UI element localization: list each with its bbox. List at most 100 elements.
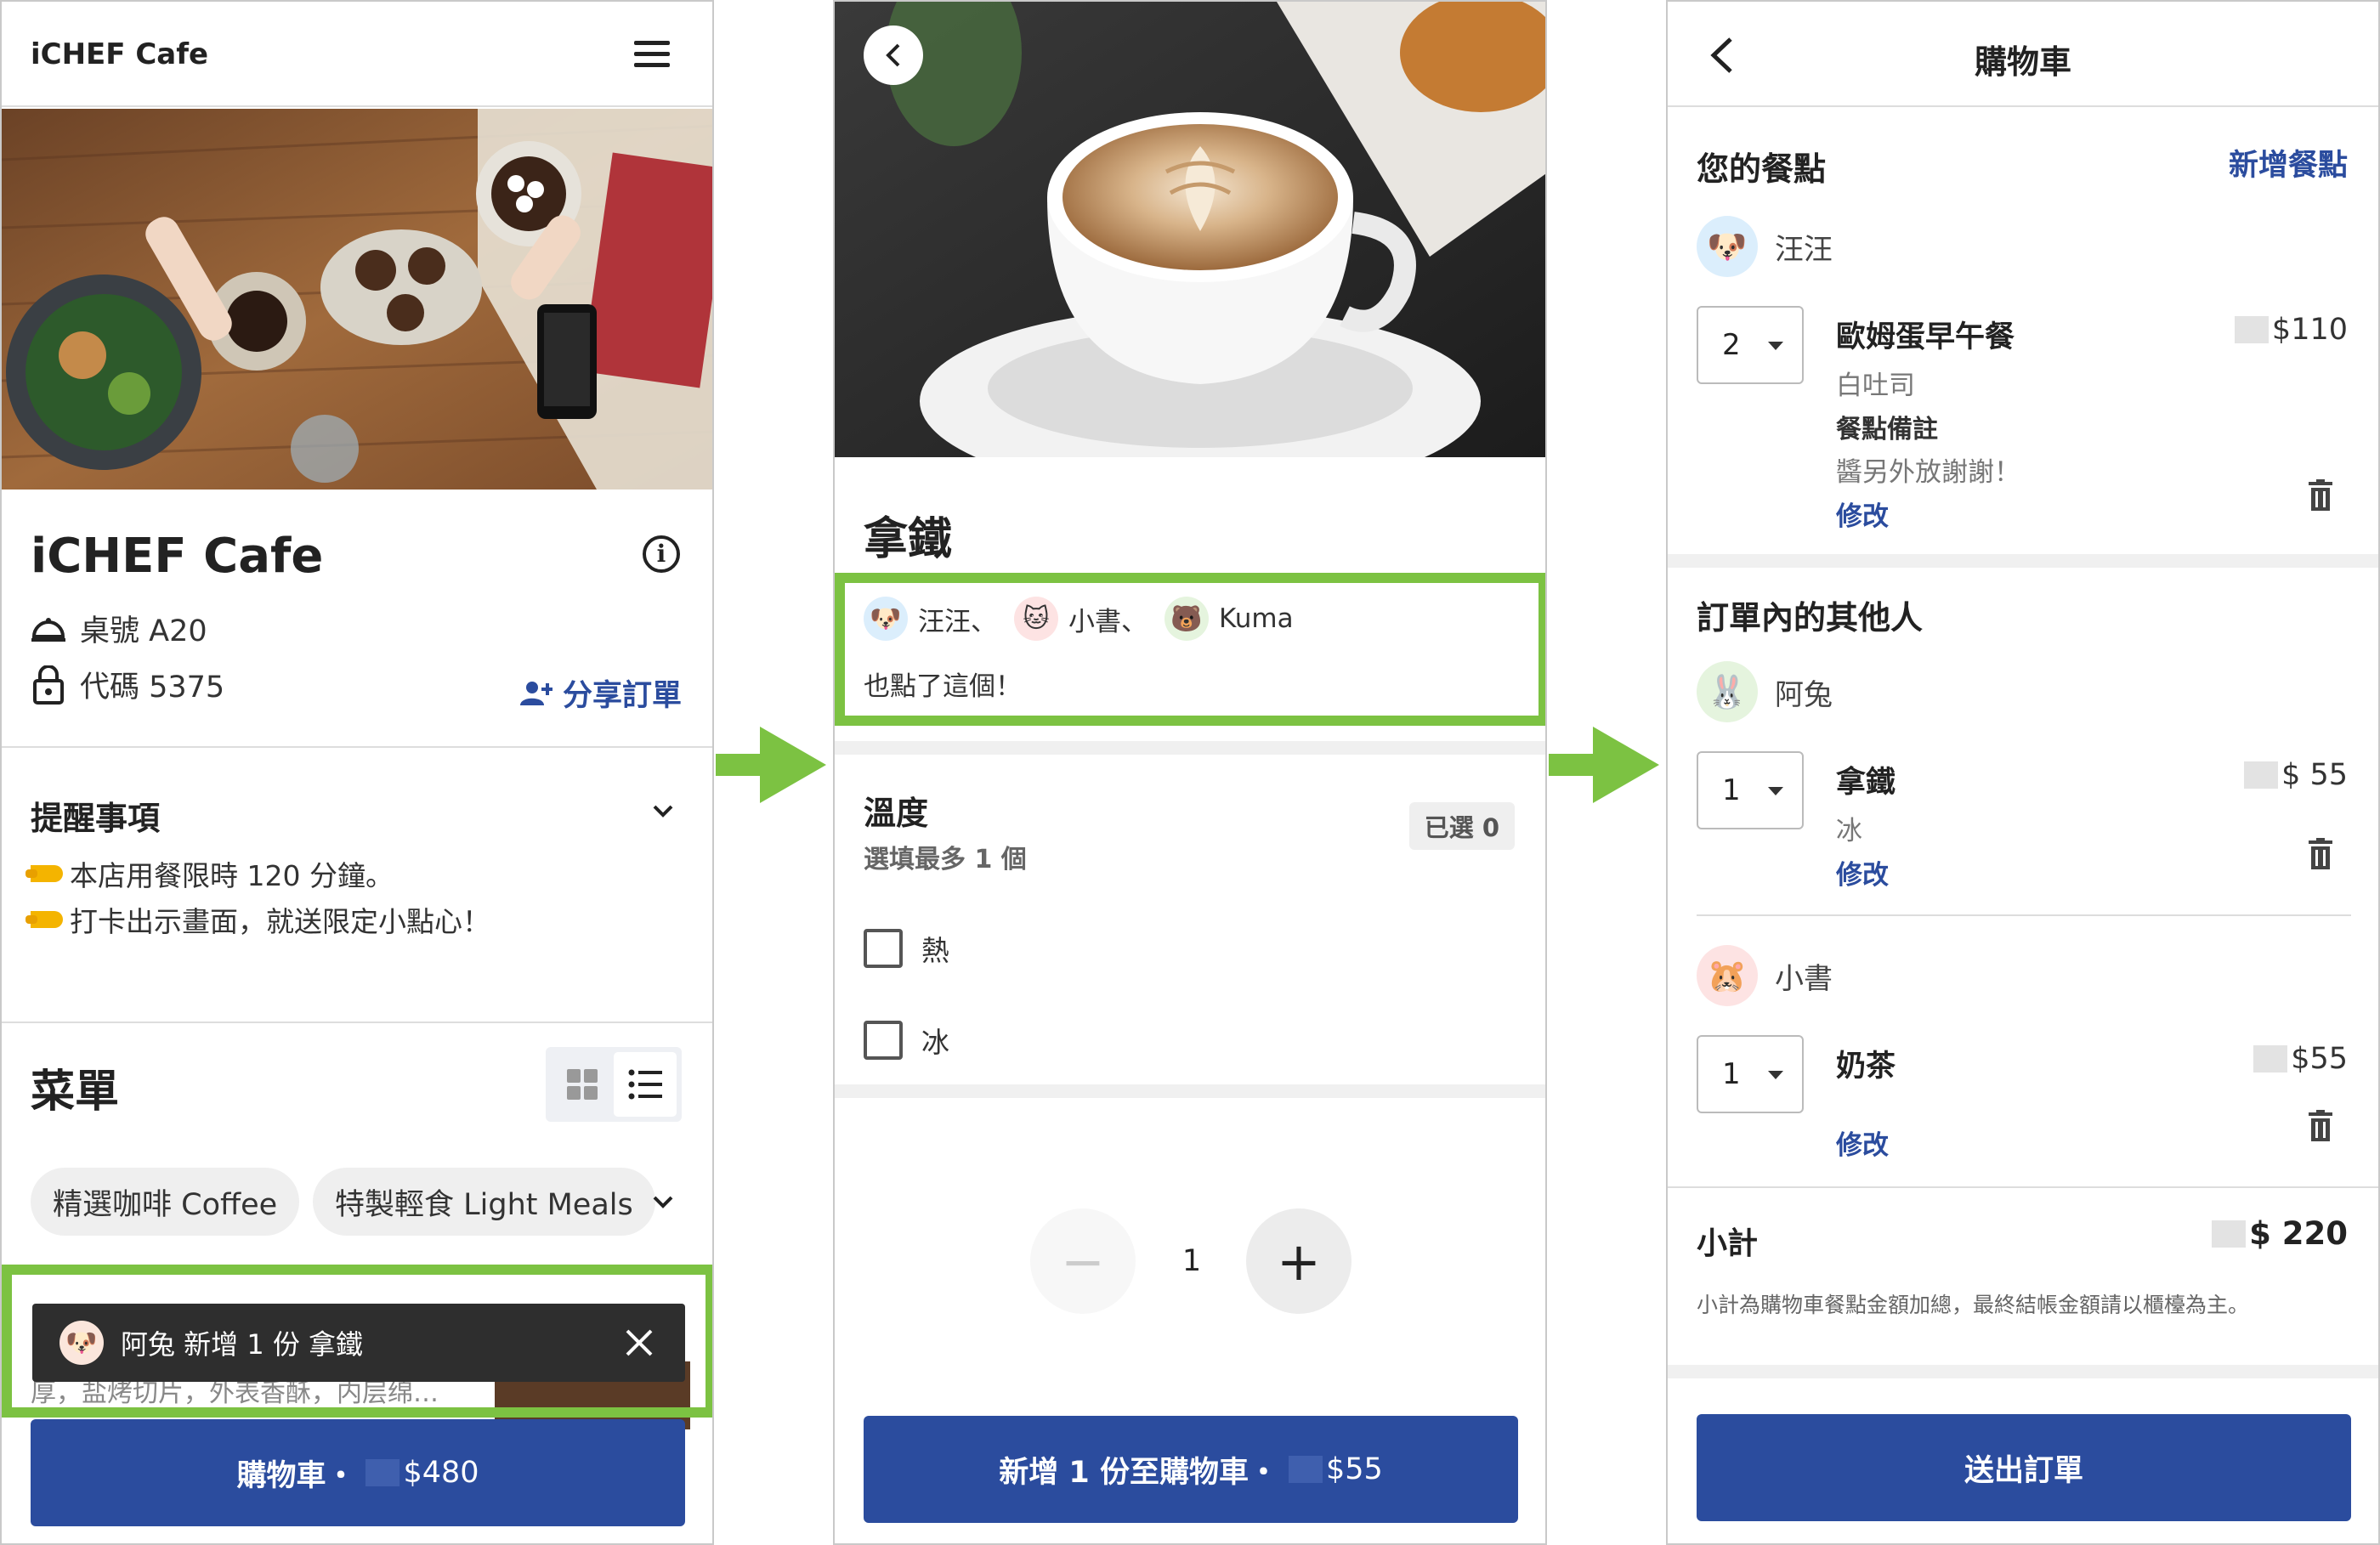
edit-link[interactable]: 修改 — [1836, 1123, 1889, 1162]
table-number-row: 桌號 A20 — [31, 607, 207, 650]
submit-order-button[interactable]: 送出訂單 — [1697, 1414, 2351, 1521]
others-title: 訂單內的其他人 — [1697, 599, 1924, 637]
subtotal-label: 小計 — [1697, 1226, 1759, 1261]
decrease-quantity-button[interactable]: − — [1030, 1208, 1136, 1314]
chevron-down-icon[interactable] — [648, 1186, 678, 1217]
reminder-item: 本店用餐限時 120 分鐘。 — [26, 853, 394, 894]
quantity-select[interactable]: 1 — [1697, 1035, 1804, 1113]
cart-item-name: 拿鐵 — [1836, 766, 1896, 800]
currency-mask — [2253, 1045, 2288, 1072]
currency-mask — [2234, 316, 2269, 343]
dog-avatar-icon: 🐶 — [864, 597, 908, 641]
view-toggle — [546, 1047, 682, 1122]
person-row: 🐰 阿兔 — [1697, 661, 1833, 722]
quantity-value: 1 — [1182, 1244, 1202, 1278]
cafe-hero-image — [2, 109, 712, 490]
cart-total: $480 — [403, 1456, 479, 1490]
page-title: 購物車 — [1974, 43, 2071, 81]
trash-icon[interactable] — [2307, 838, 2334, 870]
note-label: 餐點備註 — [1836, 415, 1938, 444]
order-code-row: 代碼 5375 — [31, 663, 224, 706]
your-items-title: 您的餐點 — [1697, 150, 1827, 188]
subtotal-value: $ 220 — [2212, 1215, 2348, 1252]
chevron-down-icon[interactable] — [648, 795, 678, 826]
grid-view-icon[interactable] — [551, 1052, 614, 1117]
add-meal-link[interactable]: 新增餐點 — [2229, 141, 2348, 184]
divider — [1668, 1186, 2378, 1188]
order-code: 代碼 5375 — [80, 671, 225, 705]
quantity-select[interactable]: 1 — [1697, 751, 1804, 829]
dog-avatar-icon: 🐶 — [1697, 216, 1758, 277]
app-header: iCHEF Cafe — [2, 2, 712, 107]
trash-icon[interactable] — [2307, 479, 2334, 512]
cart-item-price: $ 55 — [2244, 758, 2348, 792]
cart-item-price: $55 — [2253, 1042, 2348, 1076]
person-row: 🐹 小書 — [1697, 945, 1833, 1006]
toast-notification: 🐶 阿兔 新增 1 份 拿鐵 — [32, 1304, 685, 1382]
screen-item-detail: 拿鐵 🐶 汪汪、 🐱 小書、 🐻 Kuma 也點了這個！ 溫度 選填最多 1 個… — [833, 0, 1547, 1545]
bear-avatar-icon: 🐻 — [1164, 597, 1209, 641]
also-ordered-text: 也點了這個！ — [864, 671, 1022, 702]
rabbit-avatar-icon: 🐰 — [1697, 661, 1758, 722]
cart-item-option: 白吐司 — [1836, 371, 1915, 401]
cart-header: 購物車 — [1668, 2, 2378, 107]
note-text: 醬另外放謝謝！ — [1836, 457, 2020, 488]
highlight-frame — [835, 573, 1545, 726]
add-to-cart-button[interactable]: 新增 1 份至購物車・ $55 — [864, 1416, 1518, 1523]
cart-item-option: 冰 — [1836, 816, 1862, 846]
cart-item-price: $110 — [2234, 313, 2348, 347]
cafe-name: iCHEF Cafe — [31, 529, 324, 584]
back-button[interactable] — [864, 25, 923, 85]
cart-item-name: 奶茶 — [1836, 1050, 1896, 1084]
info-icon[interactable]: i — [643, 535, 680, 573]
cart-button[interactable]: 購物車・ $480 — [31, 1419, 685, 1526]
app-logo: iCHEF Cafe — [31, 37, 209, 71]
screen-cart: 購物車 您的餐點 新增餐點 🐶 汪汪 2 歐姆蛋早午餐 $110 白吐司 餐點備… — [1666, 0, 2380, 1545]
pointing-hand-icon — [26, 865, 63, 882]
subtotal-note: 小計為購物車餐點金額加總，最終結帳金額請以櫃檯為主。 — [1697, 1293, 2250, 1317]
currency-mask — [366, 1459, 400, 1486]
option-hot[interactable]: 熱 — [864, 928, 949, 969]
trash-icon[interactable] — [2307, 1110, 2334, 1142]
currency-mask — [2244, 761, 2279, 789]
share-order-link[interactable]: 分享訂單 — [518, 671, 682, 715]
toast-message: 阿兔 新增 1 份 拿鐵 — [121, 1328, 364, 1361]
section-separator — [1668, 1365, 2378, 1378]
cloche-icon — [31, 617, 65, 642]
divider — [2, 746, 712, 748]
also-ordered-row: 🐶 汪汪、 🐱 小書、 🐻 Kuma — [864, 597, 1311, 641]
quantity-select[interactable]: 2 — [1697, 306, 1804, 384]
section-separator — [835, 741, 1545, 755]
add-person-icon — [519, 681, 552, 705]
increase-quantity-button[interactable]: + — [1246, 1208, 1352, 1314]
screen-restaurant-menu: iCHEF Cafe iCHEF Cafe i 桌號 A20 代碼 5375 分… — [0, 0, 714, 1545]
divider — [1697, 914, 2351, 916]
add-price: $55 — [1325, 1452, 1383, 1486]
divider — [2, 1022, 712, 1023]
option-group-title: 溫度 — [864, 795, 929, 832]
lock-icon — [33, 665, 64, 705]
dog-avatar-icon: 🐶 — [60, 1321, 104, 1365]
category-chip-coffee[interactable]: 精選咖啡 Coffee — [31, 1168, 300, 1236]
hamster-avatar-icon: 🐹 — [1697, 945, 1758, 1006]
category-chip-light-meals[interactable]: 特製輕食 Light Meals — [313, 1168, 655, 1236]
menu-title: 菜單 — [31, 1067, 120, 1118]
table-number: 桌號 A20 — [80, 614, 207, 648]
selected-count-badge: 已選 0 — [1408, 802, 1515, 850]
edit-link[interactable]: 修改 — [1836, 495, 1889, 533]
flow-arrow-icon — [716, 727, 826, 803]
close-icon[interactable] — [624, 1327, 654, 1358]
hamburger-icon[interactable] — [634, 41, 670, 68]
currency-mask — [2212, 1220, 2247, 1248]
latte-image — [835, 2, 1545, 457]
checkbox[interactable] — [864, 929, 903, 968]
flow-arrow-icon — [1549, 727, 1659, 803]
chevron-left-icon — [886, 43, 900, 67]
reminder-title: 提醒事項 — [31, 800, 161, 837]
checkbox[interactable] — [864, 1021, 903, 1060]
edit-link[interactable]: 修改 — [1836, 853, 1889, 891]
option-ice[interactable]: 冰 — [864, 1020, 949, 1061]
list-view-icon[interactable] — [614, 1052, 677, 1117]
currency-mask — [1288, 1456, 1323, 1483]
section-separator — [1668, 554, 2378, 568]
